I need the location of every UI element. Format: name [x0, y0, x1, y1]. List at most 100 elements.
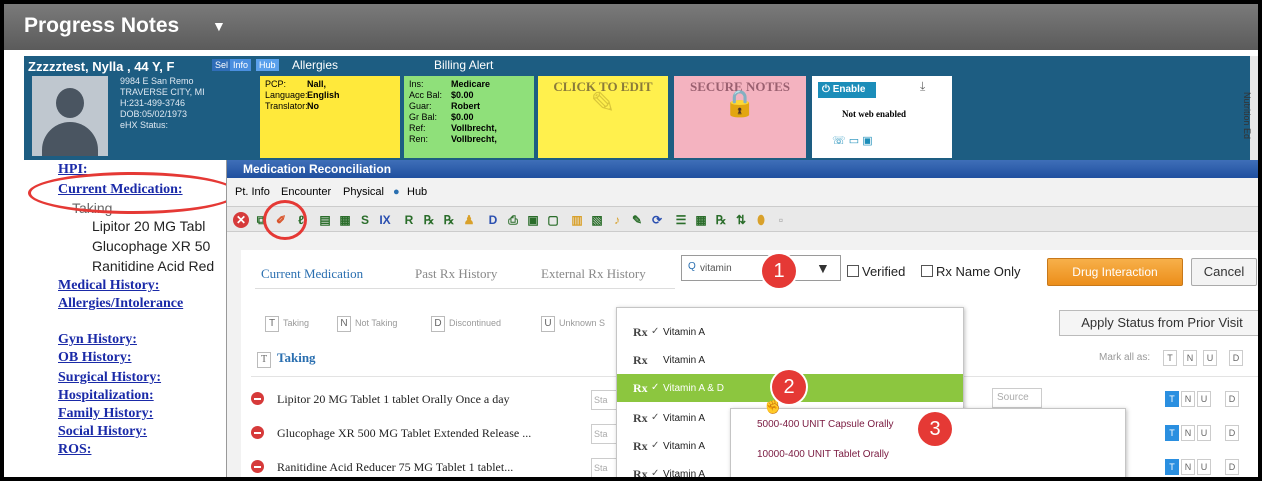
chart-icon[interactable]: ▥	[569, 212, 585, 228]
rx-name-only-checkbox[interactable]: Rx Name Only	[921, 264, 1021, 279]
mark-all-d[interactable]: D	[1229, 350, 1243, 366]
nav-hospitalization[interactable]: Hospitalization:	[58, 388, 154, 404]
patient-header: Zzzzztest, Nylla , 44 Y, F Sel Info Hub …	[24, 56, 1258, 160]
calendar-icon[interactable]: ▣	[525, 212, 541, 228]
row-u[interactable]: U	[1197, 391, 1211, 407]
download-icon[interactable]: ⤓	[920, 80, 925, 92]
nav-ob-history[interactable]: OB History:	[58, 350, 132, 366]
doc-icon[interactable]: ▧	[589, 212, 605, 228]
hub-icon[interactable]: ●	[393, 186, 400, 198]
list-icon[interactable]: ☰	[673, 212, 689, 228]
filter-taking[interactable]: T Taking	[265, 316, 309, 332]
remove-icon[interactable]	[251, 392, 264, 405]
info-badge[interactable]: Info	[230, 59, 252, 71]
drug-interaction-button[interactable]: Drug Interaction	[1047, 258, 1183, 286]
d-icon[interactable]: D	[485, 212, 501, 228]
menu-physical[interactable]: Physical	[343, 186, 384, 198]
contact-icons[interactable]: ☏ ▭ ▣	[832, 136, 873, 147]
refresh-icon[interactable]: ⟳	[649, 212, 665, 228]
row-d[interactable]: D	[1225, 459, 1239, 475]
dosage-option[interactable]: 10000-400 UNIT Tablet Orally	[757, 449, 889, 460]
grid-icon[interactable]: ▦	[693, 212, 709, 228]
person-icon[interactable]: ♟	[461, 212, 477, 228]
note-icon[interactable]: ▤	[317, 212, 333, 228]
remove-icon[interactable]	[251, 426, 264, 439]
sort-icon[interactable]: ⇅	[733, 212, 749, 228]
secure-notes-card[interactable]: SECURE NOTES 🔒	[674, 76, 806, 158]
sel-badge[interactable]: Sel	[212, 59, 232, 71]
nav-surgical-history[interactable]: Surgical History:	[58, 370, 161, 386]
patient-name[interactable]: Zzzzztest, Nylla , 44 Y, F	[28, 59, 174, 74]
mark-all-u[interactable]: U	[1203, 350, 1217, 366]
nav-med-item[interactable]: Glucophage XR 50	[92, 238, 210, 254]
enable-button[interactable]: ⏻ Enable	[818, 82, 876, 98]
source-field[interactable]: Source	[992, 388, 1042, 408]
remove-icon[interactable]	[251, 460, 264, 473]
nav-allergies[interactable]: Allergies/Intolerance	[58, 296, 183, 312]
pcp-card[interactable]: PCP: Nall, Language:English Translator:No	[260, 76, 400, 158]
row-u[interactable]: U	[1197, 425, 1211, 441]
nutrition-ed-tab[interactable]: Nutrition Ed	[1242, 56, 1258, 160]
mark-all-n[interactable]: N	[1183, 350, 1197, 366]
filter-icon[interactable]: ▼	[816, 260, 830, 276]
result-item[interactable]: Rx ✓ Vitamin A	[617, 318, 963, 346]
row-t[interactable]: T	[1165, 459, 1179, 475]
row-d[interactable]: D	[1225, 391, 1239, 407]
nav-social-history[interactable]: Social History:	[58, 424, 147, 440]
menu-hub[interactable]: Hub	[407, 186, 427, 198]
lock-icon: 🔒	[723, 88, 757, 118]
edit-icon[interactable]: ✎	[629, 212, 645, 228]
filter-not-taking[interactable]: N Not Taking	[337, 316, 397, 332]
row-d[interactable]: D	[1225, 425, 1239, 441]
nav-med-item[interactable]: Ranitidine Acid Red	[92, 258, 214, 274]
row-t[interactable]: T	[1165, 391, 1179, 407]
s-icon[interactable]: S	[357, 212, 373, 228]
portal-card[interactable]: ⏻ Enable ⤓ Not web enabled ☏ ▭ ▣	[812, 76, 952, 158]
pill-icon[interactable]: ⬮	[753, 212, 769, 228]
click-to-edit-card[interactable]: CLICK TO EDIT ✎	[538, 76, 668, 158]
row-t[interactable]: T	[1165, 425, 1179, 441]
allergies-label[interactable]: Allergies	[292, 58, 338, 72]
apply-status-button[interactable]: Apply Status from Prior Visit	[1059, 310, 1258, 336]
filter-discontinued[interactable]: D Discontinued	[431, 316, 501, 332]
print-icon[interactable]: ⎙	[505, 212, 521, 228]
billing-alert-label[interactable]: Billing Alert	[434, 58, 493, 72]
menu-encounter[interactable]: Encounter	[281, 186, 331, 198]
table-icon[interactable]: ▦	[337, 212, 353, 228]
title-dropdown-icon[interactable]: ▼	[212, 18, 226, 34]
tab-current-medication[interactable]: Current Medication	[261, 266, 363, 282]
ix-icon[interactable]: IX	[377, 212, 393, 228]
cancel-button[interactable]: Cancel	[1191, 258, 1257, 286]
menu-pt-info[interactable]: Pt. Info	[235, 186, 270, 198]
bell-icon[interactable]: ♪	[609, 212, 625, 228]
row-n[interactable]: N	[1181, 391, 1195, 407]
row-n[interactable]: N	[1181, 425, 1195, 441]
nav-medical-history[interactable]: Medical History:	[58, 278, 159, 294]
patient-avatar[interactable]	[32, 76, 108, 156]
taking-section-header: T Taking	[257, 350, 316, 368]
rx-list-icon[interactable]: ℞	[713, 212, 729, 228]
verified-checkbox[interactable]: Verified	[847, 264, 905, 279]
nav-gyn-history[interactable]: Gyn History:	[58, 332, 137, 348]
nav-family-history[interactable]: Family History:	[58, 406, 153, 422]
nav-med-item[interactable]: Lipitor 20 MG Tabl	[92, 218, 205, 234]
row-n[interactable]: N	[1181, 459, 1195, 475]
rx-icon[interactable]: ℞	[441, 212, 457, 228]
web-status-text: Not web enabled	[842, 109, 907, 119]
nav-ros[interactable]: ROS:	[58, 442, 91, 458]
hub-badge[interactable]: Hub	[256, 59, 279, 71]
window-icon[interactable]: ▢	[545, 212, 561, 228]
mark-all-t[interactable]: T	[1163, 350, 1177, 366]
stop-icon[interactable]: ✕	[233, 212, 249, 228]
dosage-option[interactable]: 5000-400 UNIT Capsule Orally	[757, 419, 894, 430]
r-icon[interactable]: R	[401, 212, 417, 228]
rx-off-icon[interactable]: ℞	[421, 212, 437, 228]
tab-external-rx-history[interactable]: External Rx History	[541, 266, 646, 282]
medication-search-input[interactable]: Q vitamin ▼	[681, 255, 841, 281]
insurance-card[interactable]: Ins: Medicare Acc Bal: $0.00 Guar: Robert G…	[404, 76, 534, 158]
row-u[interactable]: U	[1197, 459, 1211, 475]
mr-title-bar: Medication Reconciliation	[227, 160, 1258, 178]
blank-icon[interactable]: ▫	[773, 212, 789, 228]
filter-unknown[interactable]: U Unknown S	[541, 316, 605, 332]
tab-past-rx-history[interactable]: Past Rx History	[415, 266, 497, 282]
